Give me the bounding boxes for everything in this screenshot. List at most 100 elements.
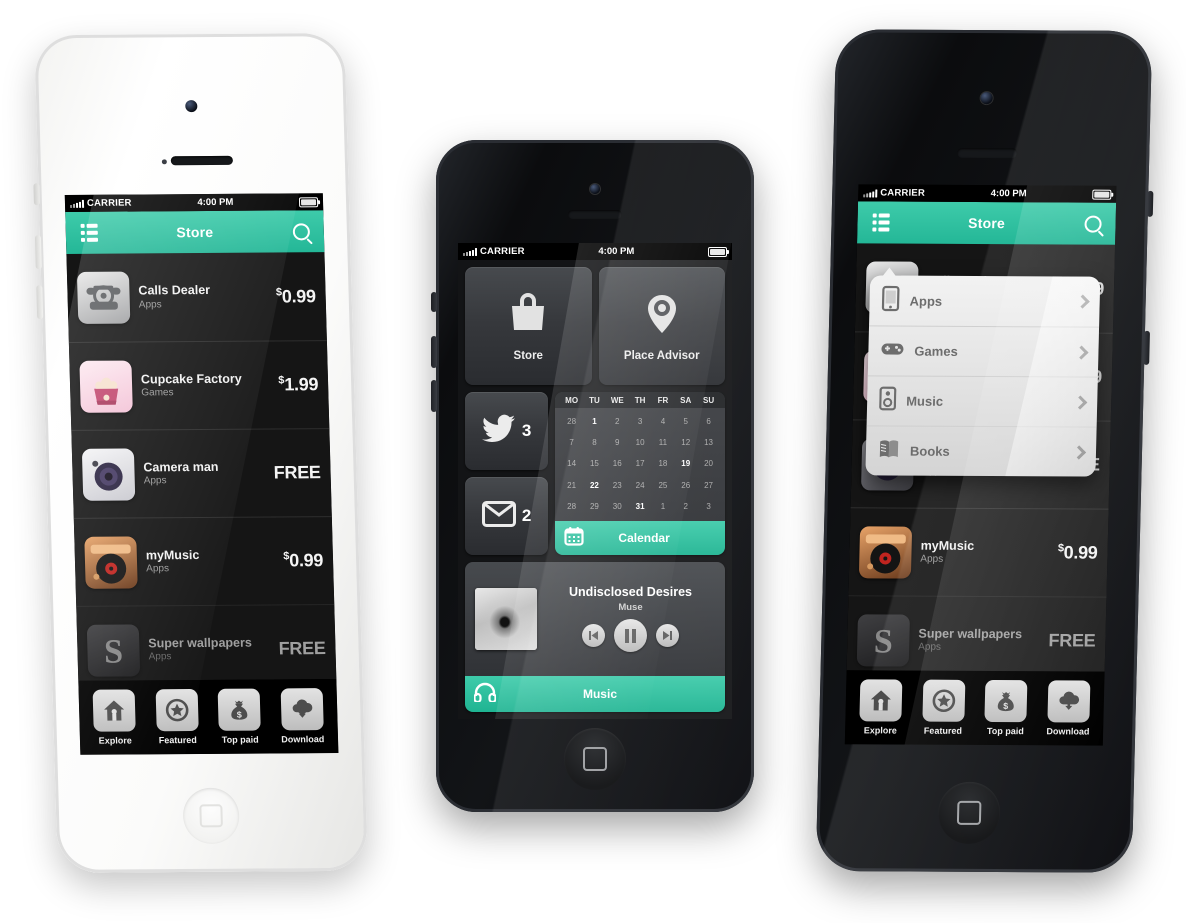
calendar-day[interactable]: 10 [629,437,652,449]
tile-twitter[interactable]: 3 [465,392,549,470]
calendar-day[interactable]: 16 [606,458,629,470]
calendar-day[interactable]: 24 [629,480,652,492]
track-title: Undisclosed Desires [569,584,692,599]
calendar-day[interactable]: 28 [560,501,583,513]
calendar-day[interactable]: 21 [560,480,583,492]
turntable-icon [858,525,913,579]
calendar-day[interactable]: 25 [652,480,675,492]
tile-place-advisor[interactable]: Place Advisor [598,267,725,385]
calendar-day[interactable]: 27 [697,480,720,492]
power-button[interactable] [1146,190,1154,217]
calendar-day[interactable]: 4 [652,416,675,428]
home-square-icon [956,800,982,825]
dropdown-item-apps[interactable]: Apps [869,275,1100,326]
sidebar-item-explore[interactable]: Explore [856,679,905,735]
silent-switch[interactable] [33,183,41,206]
calendar-day[interactable]: 8 [583,437,606,449]
calendar-day[interactable]: 9 [606,437,629,449]
silent-switch[interactable] [431,292,437,312]
table-row[interactable]: Camera man Apps FREE [71,428,332,518]
store-list[interactable]: Calls Dealer Apps $0.99 Cupcake Factory … [66,252,337,681]
calendar-day[interactable]: 18 [652,458,675,470]
sidebar-item-top-paid[interactable]: $ Top paid [981,679,1030,736]
calendar-weekday: WE [610,396,624,405]
dropdown-item-books[interactable]: Books [865,425,1097,477]
sidebar-item-top-paid[interactable]: $ Top paid [215,688,265,745]
table-row[interactable]: S Super wallpapers Apps FREE [846,595,1107,672]
earpiece-speaker [170,155,233,166]
tile-store[interactable]: Store [465,267,592,385]
app-meta: Super wallpapers Apps [918,626,1040,654]
sidebar-item-download[interactable]: Download [1044,680,1093,737]
calendar-day[interactable]: 11 [652,437,675,449]
volume-down-button[interactable] [431,380,437,412]
calendar-day[interactable]: 29 [583,501,606,513]
calendar-day[interactable]: 20 [697,458,720,470]
calendar-weekday: FR [657,396,669,405]
app-category: Apps [918,641,942,653]
volume-up-button[interactable] [431,336,437,368]
table-row[interactable]: myMusic Apps $0.99 [73,516,335,606]
calendar-day[interactable]: 7 [560,437,583,449]
calendar-day[interactable]: 1 [583,416,606,428]
calendar-day[interactable]: 30 [606,501,629,513]
app-category: Games [141,387,174,399]
skip-back-icon[interactable] [582,624,605,648]
calendar-day[interactable]: 13 [697,437,720,449]
volume-down-button[interactable] [36,285,44,320]
calendar-day[interactable]: 5 [674,416,697,428]
music-action-bar[interactable]: Music [465,676,725,712]
calendar-day[interactable]: 28 [560,416,583,428]
sidebar-item-explore[interactable]: Explore [90,689,140,746]
calendar-day[interactable]: 23 [606,480,629,492]
calendar-day[interactable]: 14 [560,458,583,470]
shopping-bag-icon [504,290,552,343]
calendar-day[interactable]: 17 [629,458,652,470]
sidebar-item-featured[interactable]: Featured [919,679,968,736]
calendar-day[interactable]: 19 [674,458,697,470]
list-menu-icon [871,213,890,232]
tile-mail[interactable]: 2 [465,477,549,555]
menu-button[interactable] [66,223,113,242]
calendar-day[interactable]: 1 [652,501,675,513]
calendar-day[interactable]: 12 [674,437,697,449]
tile-music-player: Undisclosed Desires Muse Music [465,562,725,712]
table-row[interactable]: S Super wallpapers Apps FREE [76,604,337,681]
table-row[interactable]: Calls Dealer Apps $0.99 [66,252,327,342]
status-bar: CARRIER 4:00 PM [458,243,732,260]
calendar-day[interactable]: 2 [606,416,629,428]
tile-label: Store [513,350,543,362]
menu-button[interactable] [857,213,903,232]
calendar-day[interactable]: 26 [674,480,697,492]
sidebar-item-download[interactable]: Download [277,688,327,744]
calendar-day[interactable]: 6 [697,416,720,428]
search-button[interactable] [278,222,324,240]
calendar-day[interactable]: 2 [674,501,697,513]
calendar-weekday: MO [565,396,579,405]
tile-calendar[interactable]: MO TU WE TH FR SA SU 28 1 2 3 4 5 6 7 8 9 10 11 12 13 14 15 16… [555,392,725,555]
calendar-day[interactable]: 22 [583,480,606,492]
dropdown-item-music[interactable]: Music [866,375,1098,427]
calendar-day[interactable]: 3 [629,416,652,428]
dropdown-item-label: Music [906,393,944,409]
table-row[interactable]: myMusic Apps $0.99 [848,507,1109,597]
dashboard-row-widgets: 3 2 MO TU WE TH FR SA SU 28 1 2 3 4 5 6 7 8 9 10 11 12 13 14… [465,392,725,555]
table-row[interactable]: Cupcake Factory Games $1.99 [68,340,330,430]
home-button[interactable] [182,787,240,845]
dropdown-item-games[interactable]: Games [867,325,1100,377]
home-button[interactable] [564,728,626,790]
volume-up-button[interactable] [1143,330,1150,365]
sidebar-item-featured[interactable]: Featured [152,688,202,745]
home-icon [92,689,136,732]
calendar-action-bar[interactable]: Calendar [555,521,725,555]
volume-up-button[interactable] [34,235,42,270]
screen-left: CARRIER 4:00 PM Store Calls Dealer Apps … [64,193,339,755]
calendar-day[interactable]: 15 [583,458,606,470]
calendar-day[interactable]: 31 [629,501,652,513]
skip-forward-icon[interactable] [656,624,679,648]
calendar-day[interactable]: 3 [697,501,720,513]
pause-icon[interactable] [614,619,647,653]
search-button[interactable] [1069,215,1115,233]
category-dropdown[interactable]: Apps Games Music Books [865,275,1101,477]
list-menu-icon [80,223,98,242]
